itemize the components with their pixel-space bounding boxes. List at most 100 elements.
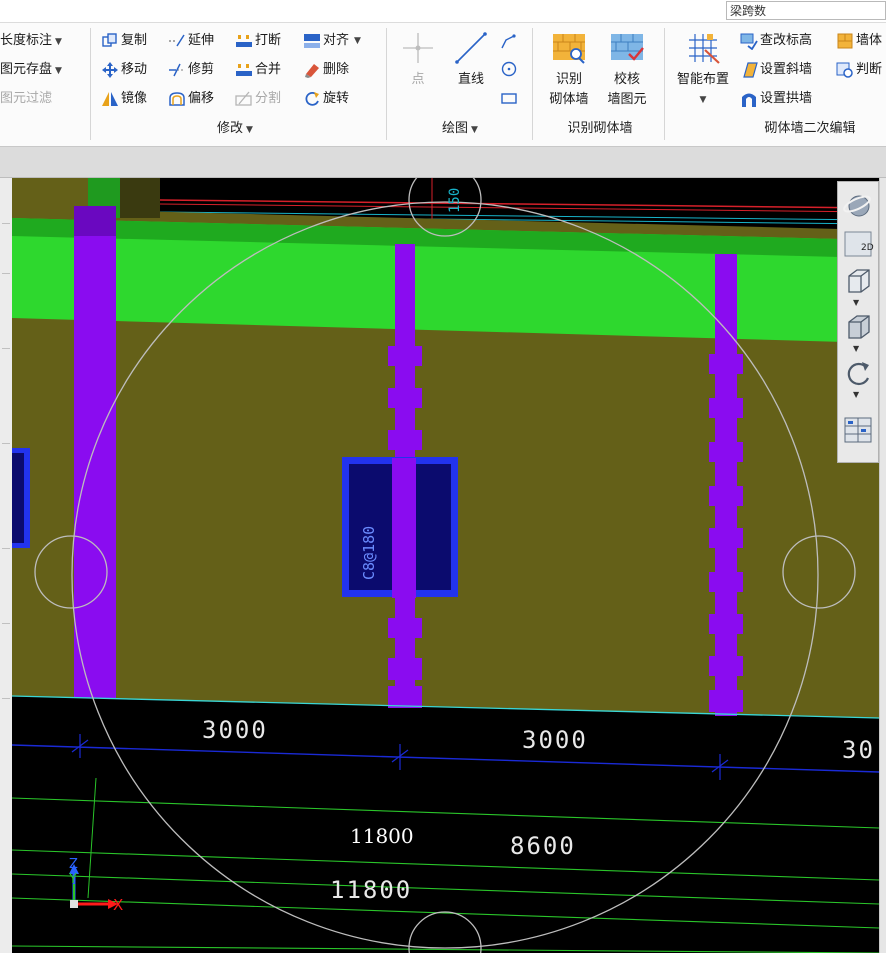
delete-button[interactable]: 删除 bbox=[303, 59, 349, 81]
move-button[interactable]: 移动 bbox=[101, 59, 147, 81]
split-label: 分割 bbox=[255, 91, 282, 106]
offset-button[interactable]: 偏移 bbox=[168, 88, 214, 110]
point-label: 点 bbox=[411, 72, 425, 87]
identify-group-label: 识别砌体墙 bbox=[567, 121, 633, 136]
orbit-icon[interactable] bbox=[843, 190, 873, 220]
mirror-icon bbox=[101, 90, 119, 108]
trim-label: 修剪 bbox=[188, 62, 215, 77]
point-icon bbox=[400, 30, 436, 66]
identify-masonry-wall-button[interactable]: 识别 砌体墙 bbox=[543, 30, 595, 110]
rotate-button[interactable]: 旋转 bbox=[303, 88, 349, 110]
check-elevation-button[interactable]: 查改标高 bbox=[740, 30, 812, 52]
check-elevation-label: 查改标高 bbox=[760, 33, 813, 48]
mirror-button[interactable]: 镜像 bbox=[101, 88, 147, 110]
set-arch-wall-button[interactable]: 设置拱墙 bbox=[740, 88, 812, 110]
ribbon-toolbar: 长度标注▼ 图元存盘▼ 图元过滤 复制 延伸 打断 对齐▼ 移动 修剪 合并 删… bbox=[0, 0, 886, 147]
chevron-down-icon[interactable]: ▼ bbox=[853, 390, 859, 399]
check-label-1: 校核 bbox=[613, 72, 640, 87]
drawing-canvas[interactable]: C8@180 3000 3000 30 11800 8600 11800 150… bbox=[12, 178, 879, 953]
identify-label-2: 砌体墙 bbox=[549, 92, 589, 107]
view-2d-button[interactable]: 2D bbox=[843, 228, 874, 258]
group-divider bbox=[90, 28, 91, 140]
group-divider bbox=[664, 28, 665, 140]
smart-layout-icon bbox=[685, 30, 721, 66]
line-icon bbox=[453, 30, 489, 66]
chevron-down-icon[interactable]: ▼ bbox=[853, 344, 859, 353]
brick-wall-search-icon bbox=[551, 30, 587, 66]
panel-row-divider bbox=[2, 443, 10, 444]
set-arch-wall-label: 设置拱墙 bbox=[760, 91, 813, 106]
wall-body-button[interactable]: 墙体 bbox=[836, 30, 882, 52]
judge-button[interactable]: 判断 bbox=[836, 59, 882, 81]
check-wall-element-button[interactable]: 校核 墙图元 bbox=[601, 30, 653, 110]
3d-box-icon[interactable] bbox=[843, 312, 873, 342]
rotate-label: 旋转 bbox=[323, 91, 350, 106]
drawing-tab-bar bbox=[0, 147, 886, 178]
line-button[interactable]: 直线 bbox=[447, 30, 495, 90]
copy-button[interactable]: 复制 bbox=[101, 30, 147, 52]
check-label-2: 墙图元 bbox=[607, 92, 647, 107]
chevron-down-icon[interactable]: ▼ bbox=[853, 298, 859, 307]
x-axis-label: X bbox=[113, 896, 123, 914]
break-button[interactable]: 打断 bbox=[235, 30, 281, 52]
panel-row-divider bbox=[2, 348, 10, 349]
offset-label: 偏移 bbox=[188, 91, 215, 106]
rotate-view-icon[interactable] bbox=[843, 358, 873, 388]
slope-wall-icon bbox=[740, 61, 758, 79]
eraser-icon bbox=[303, 61, 321, 79]
element-filter-label: 图元过滤 bbox=[0, 91, 53, 106]
extend-button[interactable]: 延伸 bbox=[168, 30, 214, 52]
rotate-icon bbox=[303, 90, 321, 108]
copy-icon bbox=[101, 32, 119, 50]
modify-group-label[interactable]: 修改 ▼ bbox=[160, 119, 310, 139]
smart-layout-button[interactable]: 智能布置 ▼ bbox=[670, 30, 736, 110]
extend-label: 延伸 bbox=[188, 33, 215, 48]
mirror-label: 镜像 bbox=[121, 91, 148, 106]
length-dimension-button[interactable]: 长度标注 ▼ bbox=[0, 30, 62, 52]
set-slope-wall-button[interactable]: 设置斜墙 bbox=[740, 59, 812, 81]
cad-scene[interactable]: C8@180 3000 3000 30 11800 8600 11800 150… bbox=[12, 178, 879, 953]
draw-group-label[interactable]: 绘图 ▼ bbox=[400, 119, 520, 139]
trim-button[interactable]: 修剪 bbox=[168, 59, 214, 81]
circle-button[interactable] bbox=[500, 58, 518, 80]
group-divider bbox=[386, 28, 387, 140]
judge-icon bbox=[836, 61, 854, 79]
z-axis-label: Z bbox=[69, 857, 78, 872]
dimension-text: 30 bbox=[842, 736, 875, 764]
search-input[interactable] bbox=[726, 1, 886, 20]
dimension-text: 3000 bbox=[202, 716, 268, 744]
panel-row-divider bbox=[2, 548, 10, 549]
set-slope-wall-label: 设置斜墙 bbox=[760, 62, 813, 77]
grid-dimension-text: 8600 bbox=[510, 832, 576, 860]
copy-label: 复制 bbox=[121, 33, 148, 48]
structural-column[interactable] bbox=[74, 206, 116, 698]
align-button[interactable]: 对齐 ▼ bbox=[303, 30, 361, 52]
point-button[interactable]: 点 bbox=[396, 30, 440, 90]
align-icon bbox=[303, 32, 321, 50]
trim-icon bbox=[168, 61, 186, 79]
judge-label: 判断 bbox=[856, 62, 883, 77]
view-cube-icon[interactable] bbox=[843, 266, 873, 296]
extend-icon bbox=[168, 32, 186, 50]
view-2d-label: 2D bbox=[861, 243, 874, 253]
wall-icon bbox=[836, 32, 854, 50]
layer-grid-icon[interactable] bbox=[843, 414, 873, 444]
panel-row-divider bbox=[2, 698, 10, 699]
wall-check-icon bbox=[609, 30, 645, 66]
side-window-glass bbox=[12, 453, 24, 543]
right-panel-edge[interactable] bbox=[879, 178, 886, 953]
move-icon bbox=[101, 61, 119, 79]
element-filter-button[interactable]: 图元过滤 bbox=[0, 88, 52, 110]
break-label: 打断 bbox=[255, 33, 282, 48]
polyline-button[interactable] bbox=[500, 30, 518, 52]
rectangle-button[interactable] bbox=[500, 87, 518, 109]
merge-button[interactable]: 合并 bbox=[235, 59, 281, 81]
element-save-button[interactable]: 图元存盘 ▼ bbox=[0, 59, 62, 81]
circle-icon bbox=[500, 60, 518, 78]
check-elevation-icon bbox=[740, 32, 758, 51]
line-label: 直线 bbox=[457, 72, 484, 87]
window-rebar-label: C8@180 bbox=[360, 526, 378, 580]
split-button[interactable]: 分割 bbox=[235, 88, 281, 110]
merge-label: 合并 bbox=[255, 62, 282, 77]
grid-dimension-text: 11800 bbox=[330, 876, 412, 904]
